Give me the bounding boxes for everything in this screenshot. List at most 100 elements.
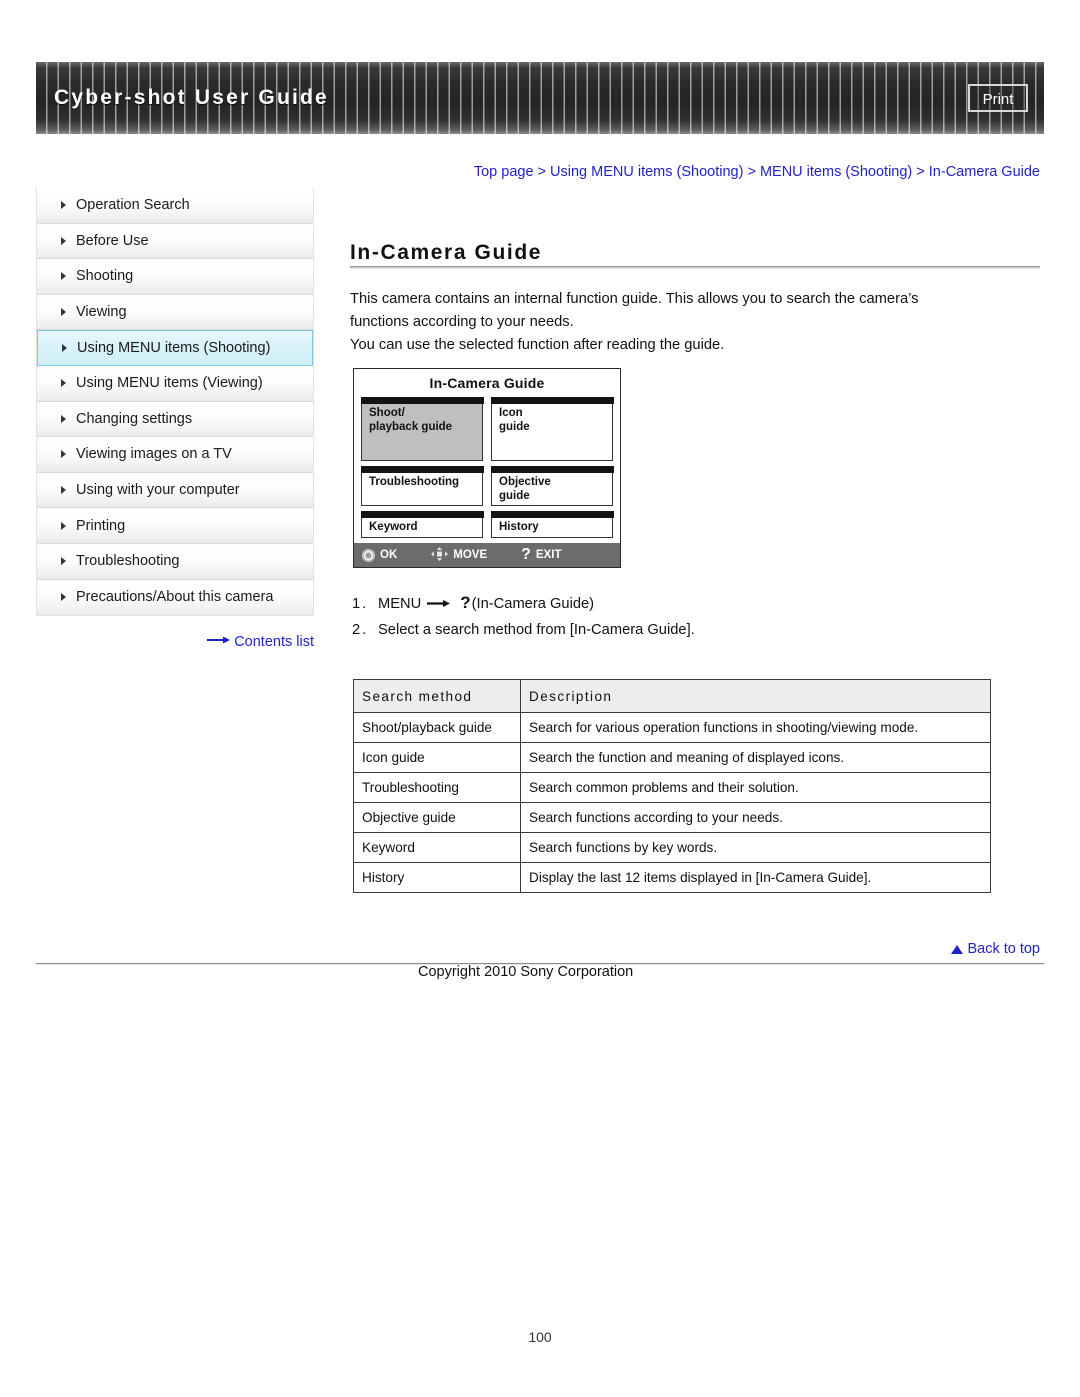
camera-screen-title: In-Camera Guide: [429, 375, 545, 391]
sidebar-item-using-with-your-computer[interactable]: Using with your computer: [37, 472, 313, 509]
camera-cell-line1: Objective: [499, 476, 551, 488]
camera-cell-line1: Troubleshooting: [369, 476, 460, 488]
table-cell-description: Search functions according to your needs…: [520, 802, 991, 833]
sidebar-item-label: Viewing: [76, 304, 127, 321]
app-header-banner: Cyber-shot User Guide Print: [36, 62, 1044, 134]
sidebar-item-label: Operation Search: [76, 197, 190, 214]
camera-screen-grid: Shoot/ playback guide Icon guide Trouble…: [360, 396, 614, 538]
intro-paragraph: This camera contains an internal functio…: [350, 288, 1030, 357]
camera-bar-move-label: MOVE: [453, 549, 488, 561]
camera-cell-history[interactable]: History: [490, 510, 614, 538]
sidebar-item-label: Changing settings: [76, 410, 193, 427]
sidebar-item-before-use[interactable]: Before Use: [37, 223, 313, 260]
sidebar-item-label: Precautions/About this camera: [76, 589, 274, 606]
step-2-text: Select a search method from [In-Camera G…: [378, 622, 695, 638]
question-mark-icon: ?: [521, 546, 531, 563]
bullet-triangle-icon: [61, 557, 66, 566]
intro-line-1: This camera contains an internal functio…: [350, 291, 919, 307]
contents-list-label: Contents list: [234, 634, 314, 650]
camera-cell-line2: playback guide: [369, 420, 453, 433]
table-header-search-method: Search method: [353, 679, 521, 713]
step-1-pre: MENU: [378, 596, 422, 612]
sidebar-item-viewing[interactable]: Viewing: [37, 294, 313, 331]
camera-cell-line2: guide: [499, 489, 530, 502]
sidebar-item-changing-settings[interactable]: Changing settings: [37, 401, 313, 438]
table-cell-description: Search common problems and their solutio…: [520, 772, 991, 803]
sidebar-item-viewing-images-on-a-tv[interactable]: Viewing images on a TV: [37, 437, 313, 473]
table-cell-description: Search the function and meaning of displ…: [520, 742, 991, 773]
camera-cell-line2: guide: [499, 420, 530, 433]
camera-cell-icon-guide[interactable]: Icon guide: [490, 396, 614, 461]
sidebar-item-label: Using MENU items (Viewing): [76, 375, 263, 392]
table-cell-method: Icon guide: [353, 742, 521, 773]
camera-bar-exit-label: EXIT: [535, 549, 562, 561]
contents-list-link[interactable]: Contents list: [36, 634, 314, 650]
table-cell-method: Troubleshooting: [353, 772, 521, 803]
bullet-triangle-icon: [61, 201, 66, 210]
sidebar-item-using-menu-items-viewing[interactable]: Using MENU items (Viewing): [37, 365, 313, 402]
intro-line-2: functions according to your needs.: [350, 314, 574, 330]
sidebar-item-printing[interactable]: Printing: [37, 508, 313, 544]
bullet-triangle-icon: [61, 486, 66, 495]
app-title: Cyber-shot User Guide: [54, 86, 329, 109]
bullet-triangle-icon: [61, 521, 66, 530]
table-cell-method: Shoot/playback guide: [353, 712, 521, 743]
sidebar-item-label: Troubleshooting: [76, 553, 180, 570]
bullet-triangle-icon: [61, 379, 66, 388]
control-wheel-icon: [362, 548, 375, 562]
table-row: Troubleshooting Search common problems a…: [353, 772, 991, 803]
camera-bar-move: MOVE: [431, 546, 488, 564]
sidebar-item-precautions-about-this-camera[interactable]: Precautions/About this camera: [37, 579, 313, 616]
step-2-number: 2.: [352, 622, 369, 638]
camera-cell-line1: History: [499, 521, 539, 533]
back-to-top-link[interactable]: Back to top: [951, 941, 1040, 957]
sidebar-item-label: Before Use: [76, 232, 149, 249]
bullet-triangle-icon: [61, 308, 66, 317]
table-cell-method: Keyword: [353, 832, 521, 863]
four-way-arrow-icon: [431, 546, 449, 564]
camera-cell-objective-guide[interactable]: Objective guide: [490, 465, 614, 506]
sidebar-item-using-menu-items-shooting[interactable]: Using MENU items (Shooting): [37, 330, 313, 366]
camera-cell-line1: Icon: [499, 407, 523, 419]
sidebar-item-label: Using with your computer: [76, 482, 240, 499]
table-cell-method: History: [353, 862, 521, 893]
sidebar-item-label: Printing: [76, 517, 126, 534]
table-cell-method: Objective guide: [353, 802, 521, 833]
camera-cell-troubleshooting[interactable]: Troubleshooting: [360, 465, 484, 506]
bullet-triangle-icon: [61, 593, 66, 602]
camera-cell-keyword[interactable]: Keyword: [360, 510, 484, 538]
print-button[interactable]: Print: [968, 84, 1028, 112]
camera-cell-shoot-playback-guide[interactable]: Shoot/ playback guide: [360, 396, 484, 461]
sidebar-item-label: Viewing images on a TV: [76, 446, 232, 463]
bullet-triangle-icon: [61, 414, 66, 423]
sidebar-item-label: Using MENU items (Shooting): [77, 340, 271, 357]
table-cell-description: Display the last 12 items displayed in […: [520, 862, 991, 893]
steps-list: 1. MENU ? (In-Camera Guide) 2. Select a …: [352, 593, 992, 647]
step-1: 1. MENU ? (In-Camera Guide): [352, 593, 992, 613]
camera-cell-line1: Shoot/: [369, 407, 405, 419]
bullet-triangle-icon: [61, 450, 66, 459]
table-row: Keyword Search functions by key words.: [353, 832, 991, 863]
title-divider: [350, 266, 1040, 269]
step-2: 2. Select a search method from [In-Camer…: [352, 622, 992, 638]
camera-bar-ok: OK: [362, 548, 397, 562]
table-cell-description: Search for various operation functions i…: [520, 712, 991, 743]
sidebar-item-troubleshooting[interactable]: Troubleshooting: [37, 543, 313, 580]
back-to-top-label: Back to top: [967, 941, 1040, 957]
camera-bar-exit: ? EXIT: [521, 546, 561, 564]
sidebar-item-operation-search[interactable]: Operation Search: [37, 188, 313, 224]
sidebar-item-shooting[interactable]: Shooting: [37, 259, 313, 295]
table-row: Icon guide Search the function and meani…: [353, 742, 991, 773]
triangle-up-icon: [951, 945, 964, 954]
camera-screen-status-bar: OK MOVE ? EXIT: [354, 543, 620, 567]
intro-line-3: You can use the selected function after …: [350, 337, 725, 353]
right-arrow-icon: [207, 633, 231, 649]
sidebar-nav: Operation Search Before Use Shooting Vie…: [36, 188, 314, 617]
breadcrumb[interactable]: Top page > Using MENU items (Shooting) >…: [350, 164, 1040, 180]
bullet-triangle-icon: [61, 236, 66, 245]
table-row: Objective guide Search functions accordi…: [353, 802, 991, 833]
sidebar-item-label: Shooting: [76, 268, 134, 285]
table-row: Shoot/playback guide Search for various …: [353, 712, 991, 743]
step-1-number: 1.: [352, 596, 369, 612]
question-mark-icon: ?: [460, 593, 471, 612]
